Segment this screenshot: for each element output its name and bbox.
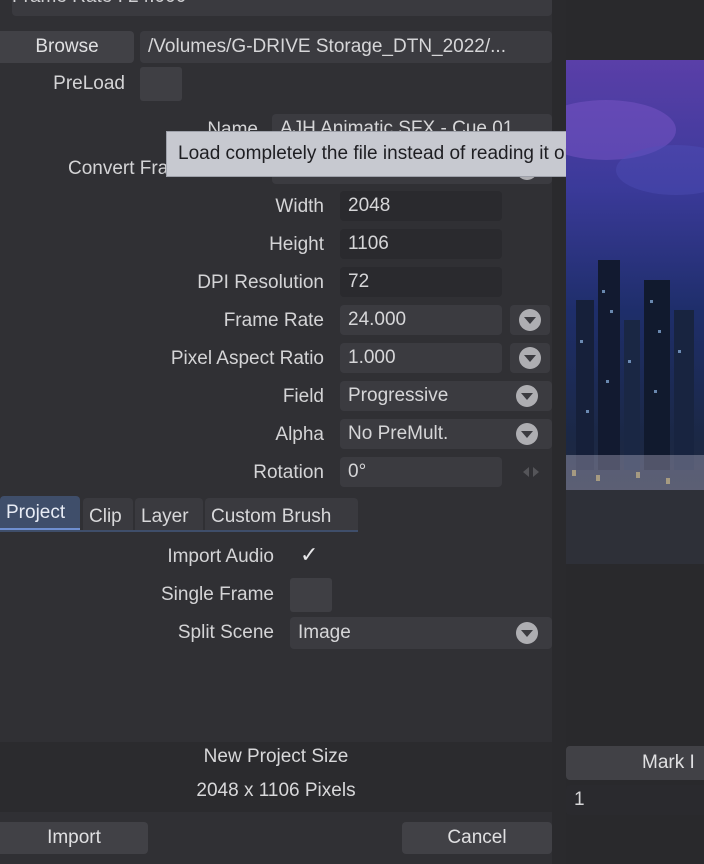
tab-layer[interactable]: Layer [135, 498, 203, 532]
width-label: Width [275, 196, 324, 217]
frame-rate-info-text: Frame Rate : 24.000 [12, 0, 186, 8]
height-label: Height [269, 234, 324, 255]
tab-custom-brush[interactable]: Custom Brush [205, 498, 358, 532]
pixel-aspect-ratio-field[interactable]: 1.000 [340, 343, 502, 373]
mark-in-button[interactable]: Mark I [566, 746, 704, 780]
project-size-value: 2048 x 1106 Pixels [196, 780, 356, 801]
field-order-label: Field [282, 386, 324, 407]
preview-image [566, 60, 704, 564]
mark-in-field[interactable]: 1 [566, 785, 704, 815]
tab-clip[interactable]: Clip [83, 498, 133, 532]
chevron-down-icon [516, 622, 538, 644]
frame-rate-label: Frame Rate [223, 310, 324, 331]
width-field[interactable]: 2048 [340, 191, 502, 221]
project-size-title: New Project Size [203, 746, 349, 767]
rotation-label: Rotation [253, 462, 324, 483]
import-button[interactable]: Import [0, 822, 148, 854]
preload-checkbox[interactable] [140, 67, 182, 101]
pixel-aspect-ratio-label: Pixel Aspect Ratio [170, 348, 324, 369]
chevron-down-icon [519, 309, 541, 331]
dpi-label: DPI Resolution [197, 272, 324, 293]
chevron-down-icon [516, 385, 538, 407]
file-path-field[interactable]: /Volumes/G-DRIVE Storage_DTN_2022/... [140, 31, 552, 63]
import-audio-checkbox[interactable]: ✓ [300, 542, 318, 568]
alpha-label: Alpha [275, 424, 324, 445]
split-scene-label: Split Scene [177, 622, 274, 643]
single-frame-checkbox[interactable] [290, 578, 332, 612]
tab-underline [0, 530, 358, 532]
tab-project[interactable]: Project [0, 496, 80, 530]
preload-label: PreLoad [53, 73, 125, 94]
chevron-down-icon [519, 347, 541, 369]
panel-divider[interactable] [552, 0, 566, 864]
dpi-field[interactable]: 72 [340, 267, 502, 297]
rotation-field[interactable]: 0° [340, 457, 502, 487]
frame-rate-field[interactable]: 24.000 [340, 305, 502, 335]
import-audio-label: Import Audio [167, 546, 274, 567]
split-scene-select[interactable]: Image [290, 617, 552, 649]
drag-arrows-icon[interactable] [518, 461, 544, 483]
cancel-button[interactable]: Cancel [402, 822, 552, 854]
browse-button[interactable]: Browse [0, 31, 134, 63]
height-field[interactable]: 1106 [340, 229, 502, 259]
single-frame-label: Single Frame [161, 584, 274, 605]
chevron-down-icon [516, 423, 538, 445]
